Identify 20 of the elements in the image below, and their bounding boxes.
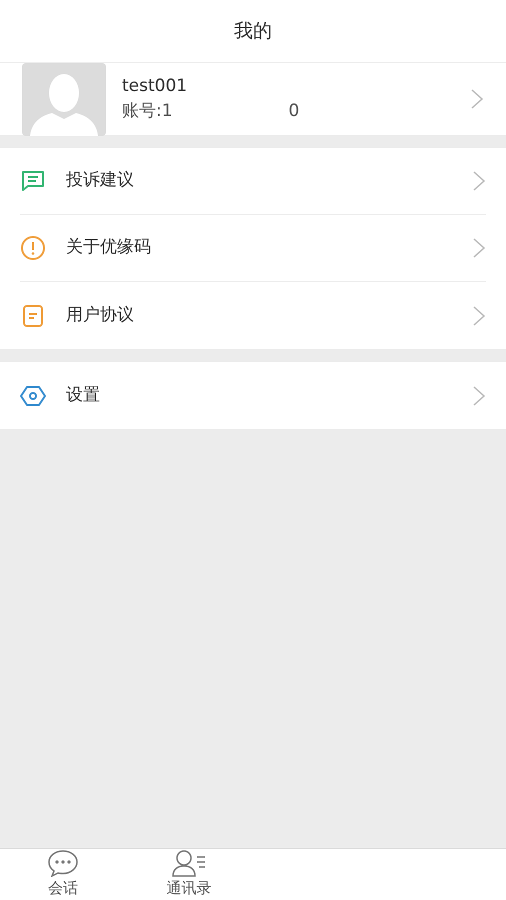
tab-button[interactable]: 通讯录 (126, 849, 252, 900)
chevron-icon (470, 88, 484, 110)
chevron-icon (472, 384, 486, 406)
info-icon (20, 235, 46, 261)
account-label: 账号:1 (122, 100, 173, 123)
chat-icon (47, 849, 79, 878)
page-title: 我的 (234, 18, 272, 44)
account-number: 0 (288, 100, 300, 123)
message-icon (20, 168, 46, 194)
username: test001 (122, 74, 188, 98)
profile-row[interactable]: test001 账号:1 0 (0, 62, 506, 135)
menu-item[interactable]: 关于优缘码 (20, 215, 486, 282)
contacts-icon (171, 849, 207, 878)
menu-item[interactable]: 投诉建议 (20, 148, 486, 215)
chevron-icon (472, 237, 486, 259)
chevron-icon (472, 304, 486, 326)
chevron-icon (472, 170, 486, 192)
menu-item[interactable]: 用户协议 (20, 282, 486, 349)
tab-button[interactable]: 会话 (0, 849, 126, 900)
document-icon (20, 302, 46, 328)
